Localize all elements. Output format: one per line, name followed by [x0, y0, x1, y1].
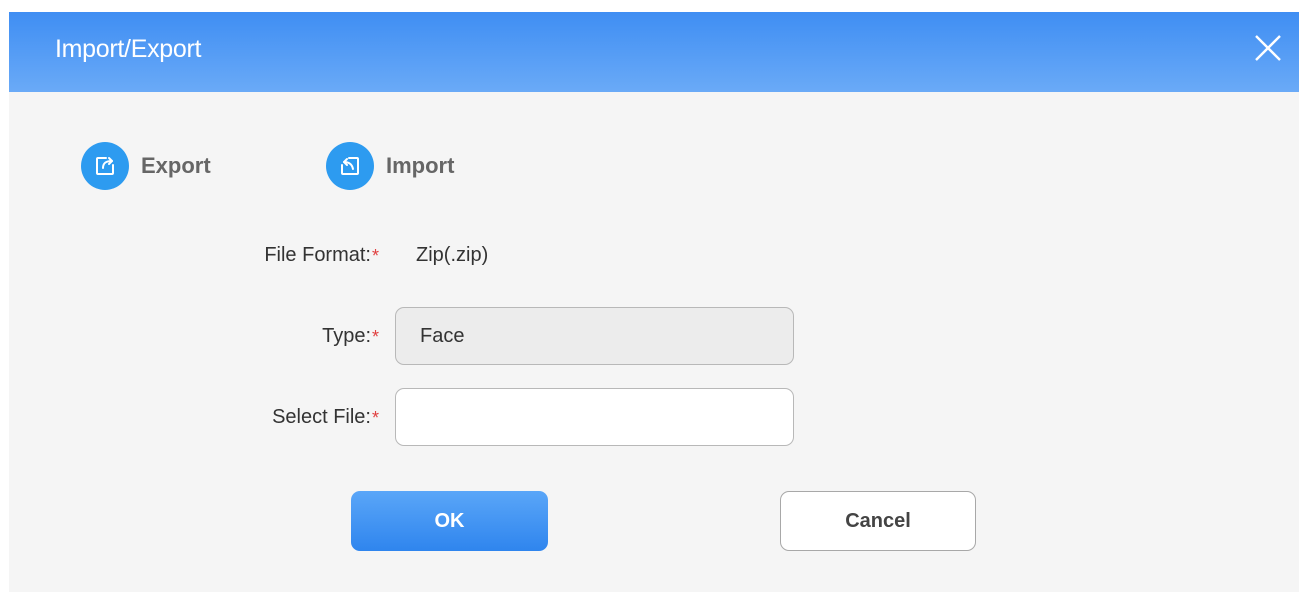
tab-import[interactable]: Import [326, 142, 454, 190]
export-icon [81, 142, 129, 190]
tab-export-label: Export [141, 153, 211, 178]
select-file-input[interactable] [395, 388, 794, 446]
file-format-value: Zip(.zip) [416, 244, 489, 266]
file-format-label: File Format: [264, 244, 371, 266]
close-icon[interactable] [1251, 31, 1285, 65]
tab-export[interactable]: Export [81, 142, 211, 190]
dialog-titlebar: Import/Export [9, 12, 1299, 92]
cancel-button[interactable]: Cancel [780, 491, 976, 551]
type-field: Face [395, 307, 794, 365]
import-icon [326, 142, 374, 190]
select-file-label: Select File: [272, 406, 371, 428]
import-export-dialog: Import/Export Export Import File Format:… [9, 12, 1299, 592]
ok-button[interactable]: OK [351, 491, 548, 551]
type-required-mark: * [372, 327, 380, 347]
select-file-required-mark: * [372, 408, 380, 428]
tab-import-label: Import [386, 153, 455, 178]
file-format-required-mark: * [372, 246, 380, 266]
type-label: Type: [322, 325, 371, 347]
dialog-title: Import/Export [55, 35, 202, 63]
